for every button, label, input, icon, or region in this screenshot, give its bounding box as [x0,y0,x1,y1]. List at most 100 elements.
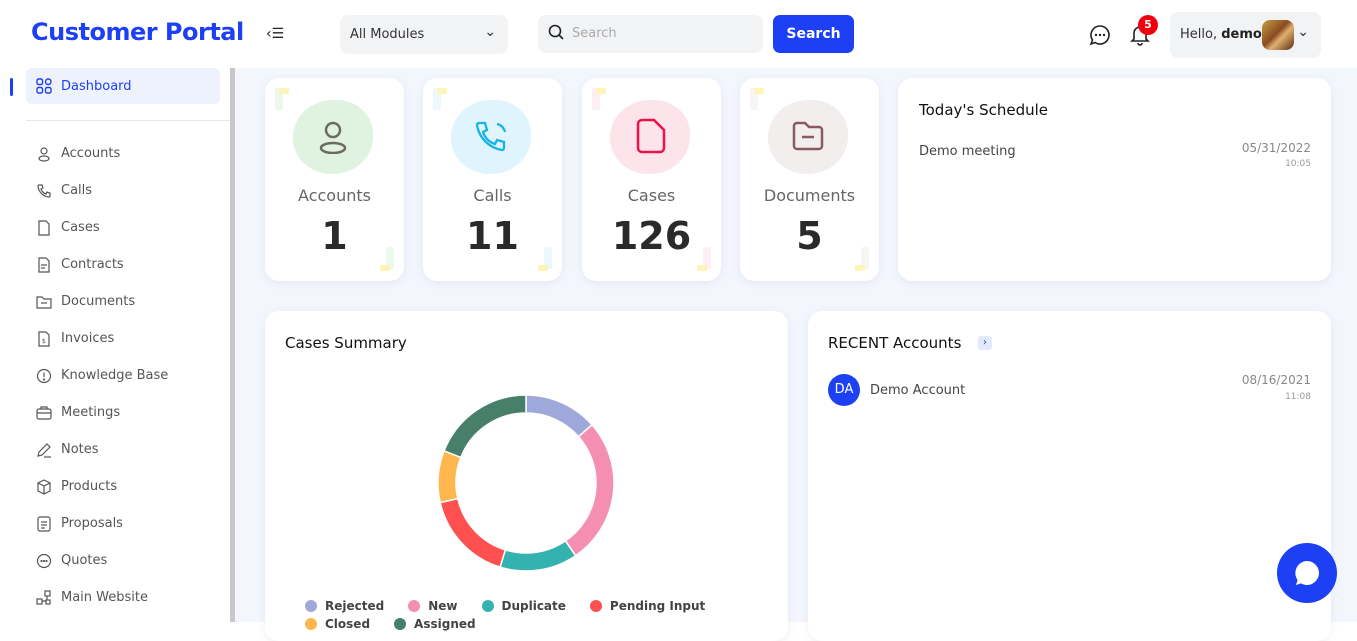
donut-slice-assigned[interactable] [443,394,527,459]
donut-chart [437,394,615,572]
search-button[interactable]: Search [773,15,854,53]
chat-widget-button[interactable] [1277,543,1337,603]
user-menu[interactable]: Hello, demo ⌄ [1170,12,1321,58]
search-placeholder: Search [572,26,617,41]
sidebar-toggle-button[interactable]: ‹☰ [266,26,284,42]
sidebar-item-label: Cases [61,220,100,235]
icon-blob [451,100,531,174]
sidebar-item-label: Contracts [61,257,124,272]
legend-label: New [428,599,458,613]
recent-accounts-card: RECENT Accounts › DA Demo Account 08/16/… [808,311,1331,641]
sidebar-item-invoices[interactable]: $ Invoices [36,329,114,349]
search-icon [548,24,564,44]
donut-slice-rejected[interactable] [525,394,594,438]
sidebar-item-products[interactable]: Products [36,477,117,497]
folder-icon [36,294,52,310]
sidebar-item-label: Dashboard [61,79,132,94]
sidebar-item-label: Calls [61,183,93,198]
dashboard-icon [36,78,52,98]
donut-slice-duplicate[interactable] [499,539,577,572]
stat-card-cases[interactable]: Cases 126 [582,78,721,281]
chevron-right-icon[interactable]: › [978,336,992,350]
sidebar-item-proposals[interactable]: Proposals [36,514,123,534]
donut-slice-pending-input[interactable] [439,497,507,569]
briefcase-icon [36,405,52,421]
sidebar-item-calls[interactable]: Calls [36,181,92,201]
stat-label: Documents [763,186,856,205]
chevron-down-icon: ⌄ [1297,24,1309,40]
sidebar-item-dashboard[interactable]: Dashboard [26,68,220,104]
account-avatar: DA [828,374,860,406]
icon-blob [293,100,373,174]
sidebar-item-label: Products [61,479,118,494]
box-icon [36,479,52,495]
legend-swatch [305,600,317,612]
stat-label: Cases [627,186,676,205]
chat-bubble-icon [1295,561,1319,585]
chart-legend: Rejected New Duplicate Pending Input Closed A… [305,599,775,631]
active-indicator [10,78,13,96]
sidebar-item-accounts[interactable]: Accounts [36,144,120,164]
account-name[interactable]: Demo Account [870,383,965,398]
sidebar-item-notes[interactable]: Notes [36,440,99,460]
username: demo [1221,27,1262,42]
sidebar-item-meetings[interactable]: Meetings [36,403,120,423]
stat-card-calls[interactable]: Calls 11 [423,78,562,281]
sidebar-item-label: Main Website [61,590,148,605]
quote-icon [36,553,52,569]
legend-item[interactable]: Closed [305,617,370,631]
user-icon [36,146,52,162]
card-title: RECENT Accounts [828,334,962,352]
donut-slice-new[interactable] [564,423,615,557]
sidebar-item-documents[interactable]: Documents [36,292,135,312]
legend-item[interactable]: Pending Input [589,599,706,613]
menu-icon: ‹☰ [266,26,285,42]
sidebar-item-cases[interactable]: Cases [36,218,100,238]
legend-item[interactable]: New [408,599,458,613]
legend-swatch [408,600,421,612]
card-title: Today's Schedule [919,101,1049,119]
schedule-item-time: 10:05 [1285,159,1311,169]
chat-icon[interactable] [1089,24,1111,50]
sidebar-item-label: Accounts [61,146,121,161]
donut-slice-closed[interactable] [437,449,462,504]
chevron-down-icon: ⌄ [484,24,496,40]
stat-value: 5 [796,214,823,258]
legend-item[interactable]: Assigned [394,617,476,631]
schedule-item-name[interactable]: Demo meeting [919,144,1016,159]
decoration [754,88,764,94]
search-input[interactable]: Search [538,15,763,53]
legend-swatch [589,600,602,612]
sidebar-item-label: Invoices [61,331,115,346]
documents-icon [792,121,824,151]
module-select-value: All Modules [350,27,425,42]
decoration [279,88,289,94]
sidebar-item-knowledge-base[interactable]: Knowledge Base [36,366,168,386]
legend-item[interactable]: Duplicate [481,599,566,613]
sidebar-item-label: Notes [61,442,99,457]
legend-swatch [481,600,494,612]
sidebar-item-contracts[interactable]: Contracts [36,255,124,275]
phone-icon [36,183,52,199]
sidebar-item-label: Documents [61,294,136,309]
account-time: 11:08 [1285,392,1311,402]
icon-blob [610,100,690,174]
stat-card-accounts[interactable]: Accounts 1 [265,78,404,281]
stat-card-documents[interactable]: Documents 5 [740,78,879,281]
invoice-icon: $ [36,331,52,347]
document-icon [36,516,52,532]
module-select[interactable]: All Modules ⌄ [340,15,508,54]
decoration [855,265,865,271]
notification-badge: 5 [1138,15,1158,35]
sidebar-item-main-website[interactable]: Main Website [36,588,148,608]
legend-label: Assigned [414,617,476,631]
legend-swatch [394,618,407,630]
legend-item[interactable]: Rejected [305,599,384,613]
logo[interactable]: Customer Portal [31,18,244,46]
schedule-item-date: 05/31/2022 [1241,141,1311,155]
icon-blob [768,100,848,174]
sidebar-item-quotes[interactable]: Quotes [36,551,107,571]
decoration [596,88,606,94]
decoration [380,265,390,271]
legend-label: Pending Input [609,599,706,613]
